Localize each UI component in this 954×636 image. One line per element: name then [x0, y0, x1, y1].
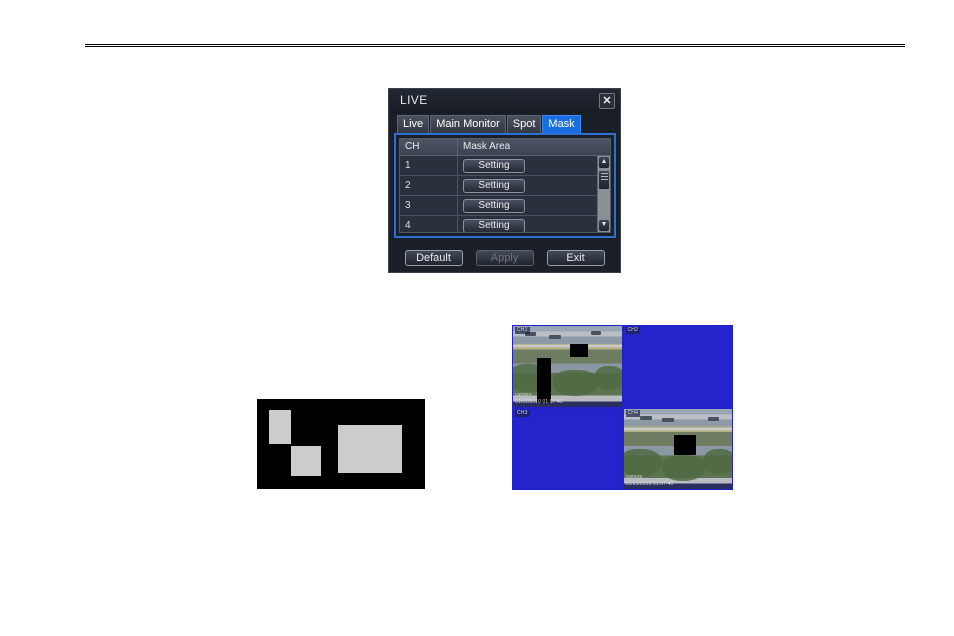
column-header-mask-area: Mask Area	[463, 141, 511, 152]
table-scrollbar[interactable]: ▲ ▼	[597, 156, 610, 232]
live-settings-dialog: LIVE ✕ Live Main Monitor Spot Mask CH Ma…	[388, 88, 621, 273]
quad-pane-ch3[interactable]: CH3	[512, 407, 623, 490]
default-button[interactable]: Default	[404, 250, 463, 266]
cell-mask-area: Setting	[458, 196, 610, 215]
scrollbar-grip-line	[600, 173, 608, 174]
dialog-button-bar: Default Apply Exit	[389, 250, 620, 266]
page-header-rule	[85, 44, 905, 48]
setting-button[interactable]: Setting	[463, 198, 525, 213]
header-rule-line-bottom	[85, 46, 905, 47]
osd-timestamp: 01/01/2010 01:07:46	[625, 481, 674, 487]
quad-pane-ch4[interactable]: CH4 camera 01/01/2010 01:07:46	[622, 407, 733, 490]
mask-rect[interactable]	[269, 410, 291, 444]
column-header-ch: CH	[400, 139, 458, 155]
scroll-up-icon[interactable]: ▲	[598, 156, 610, 169]
cell-channel: 2	[400, 176, 458, 195]
privacy-mask-block[interactable]	[673, 434, 696, 455]
privacy-mask-block[interactable]	[570, 344, 588, 357]
channel-label: CH1	[515, 327, 530, 334]
channel-label: CH4	[625, 409, 641, 417]
scrollbar-grip-line	[600, 176, 608, 177]
table-row: 4 Setting	[400, 216, 610, 232]
setting-button[interactable]: Setting	[463, 218, 525, 232]
channel-label: CH2	[625, 327, 641, 334]
mask-area-editor-preview[interactable]	[257, 399, 425, 489]
mask-table: CH Mask Area 1 Setting 2 Setting 3 Setti…	[399, 138, 611, 233]
quad-live-view: CH1 camera 01/01/2010 01:07:46 CH2 CH3 C…	[512, 325, 733, 490]
table-row: 3 Setting	[400, 196, 610, 216]
mask-table-panel: CH Mask Area 1 Setting 2 Setting 3 Setti…	[394, 133, 616, 238]
osd-camera-name: camera	[515, 391, 532, 398]
exit-button[interactable]: Exit	[546, 250, 605, 266]
cell-mask-area: Setting	[458, 216, 610, 232]
osd-camera-name: camera	[625, 474, 643, 480]
setting-button[interactable]: Setting	[463, 158, 525, 173]
dialog-titlebar: LIVE ✕	[389, 89, 620, 113]
setting-button[interactable]: Setting	[463, 178, 525, 193]
quad-pane-ch1[interactable]: CH1 camera 01/01/2010 01:07:46	[512, 325, 623, 408]
quad-pane-ch2[interactable]: CH2	[622, 325, 733, 408]
tab-bar: Live Main Monitor Spot Mask	[397, 115, 582, 133]
scrollbar-thumb[interactable]	[598, 170, 610, 190]
tab-spot[interactable]: Spot	[506, 115, 542, 133]
mask-rect[interactable]	[338, 425, 402, 473]
cell-mask-area: Setting	[458, 156, 610, 175]
close-icon[interactable]: ✕	[599, 93, 615, 109]
table-row: 1 Setting	[400, 156, 610, 176]
scrollbar-grip-line	[600, 179, 608, 180]
tab-live[interactable]: Live	[397, 115, 430, 133]
scroll-down-icon[interactable]: ▼	[598, 219, 610, 232]
apply-button[interactable]: Apply	[475, 250, 534, 266]
cell-channel: 1	[400, 156, 458, 175]
channel-label: CH3	[515, 409, 530, 417]
mask-rect[interactable]	[291, 446, 321, 476]
table-header-row: CH Mask Area	[400, 139, 610, 156]
cell-channel: 3	[400, 196, 458, 215]
cell-channel: 4	[400, 216, 458, 232]
dialog-title: LIVE	[400, 93, 428, 107]
osd-timestamp: 01/01/2010 01:07:46	[515, 398, 563, 405]
tab-mask[interactable]: Mask	[542, 115, 581, 133]
tab-main-monitor[interactable]: Main Monitor	[430, 115, 506, 133]
table-row: 2 Setting	[400, 176, 610, 196]
privacy-mask-block[interactable]	[537, 358, 551, 403]
cell-mask-area: Setting	[458, 176, 610, 195]
